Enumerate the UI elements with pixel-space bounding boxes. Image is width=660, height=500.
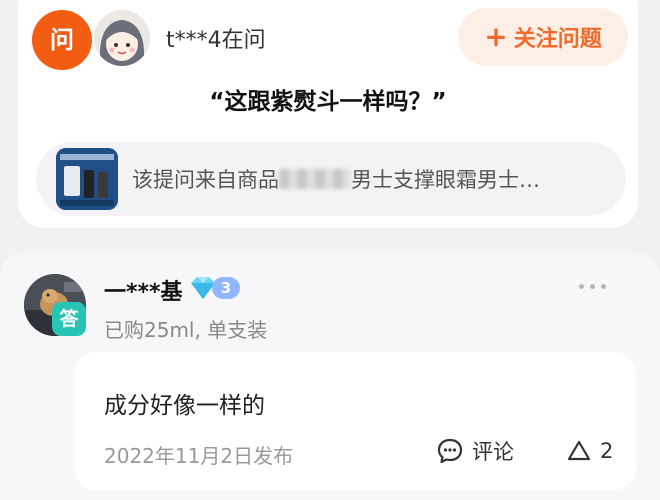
- product-thumbnail: [56, 148, 118, 210]
- like-count: 2: [600, 439, 614, 463]
- level-badge: 3: [186, 274, 240, 302]
- comment-label: 评论: [472, 440, 514, 464]
- answer-content: 成分好像一样的: [104, 393, 265, 419]
- more-dot: [590, 284, 595, 289]
- product-source-link[interactable]: 该提问来自商品 男士支撑眼霜男士…: [36, 142, 626, 216]
- answer-body: 成分好像一样的 2022年11月2日发布 评论 2: [74, 352, 636, 490]
- like-button[interactable]: 2: [566, 434, 613, 468]
- question-badge-icon: 问: [32, 10, 92, 70]
- more-dot: [601, 284, 606, 289]
- asker-name: t***4在问: [166, 28, 266, 53]
- source-suffix: 男士支撑眼霜男士…: [351, 168, 540, 192]
- cartoon-avatar-icon: [94, 10, 150, 66]
- follow-question-label: 关注问题: [513, 27, 602, 52]
- qa-page: 问 t***4在问 + 关注问题 “这跟紫熨斗一样吗？” 该提问来自商品 男士支…: [0, 0, 660, 500]
- like-triangle-icon: [567, 440, 591, 461]
- question-title: “这跟紫熨斗一样吗？”: [209, 89, 447, 115]
- more-dot: [579, 284, 584, 289]
- answer-badge-icon: 答: [52, 302, 86, 336]
- question-header: 问 t***4在问 + 关注问题: [32, 8, 638, 70]
- product-image-icon: [56, 148, 118, 210]
- follow-question-button[interactable]: + 关注问题: [458, 8, 628, 66]
- question-card: 问 t***4在问 + 关注问题 “这跟紫熨斗一样吗？” 该提问来自商品 男士支…: [18, 0, 638, 228]
- blurred-brand: [279, 169, 351, 189]
- comment-icon: [437, 438, 463, 464]
- more-icon[interactable]: [579, 284, 606, 289]
- plus-icon: +: [484, 20, 508, 53]
- asker-avatar[interactable]: [92, 8, 152, 68]
- comment-button[interactable]: 评论: [436, 434, 514, 468]
- answerer-name[interactable]: 一***基: [104, 274, 183, 306]
- answer-card: 答 一***基 3 已购25ml, 单支装 成分好像一样的 2022年11月2日…: [0, 252, 660, 500]
- source-prefix: 该提问来自商品: [132, 168, 279, 192]
- level-number: 3: [212, 277, 240, 299]
- purchase-info: 已购25ml, 单支装: [104, 318, 268, 342]
- product-source-text: 该提问来自商品 男士支撑眼霜男士…: [132, 164, 540, 194]
- answer-date: 2022年11月2日发布: [104, 444, 294, 468]
